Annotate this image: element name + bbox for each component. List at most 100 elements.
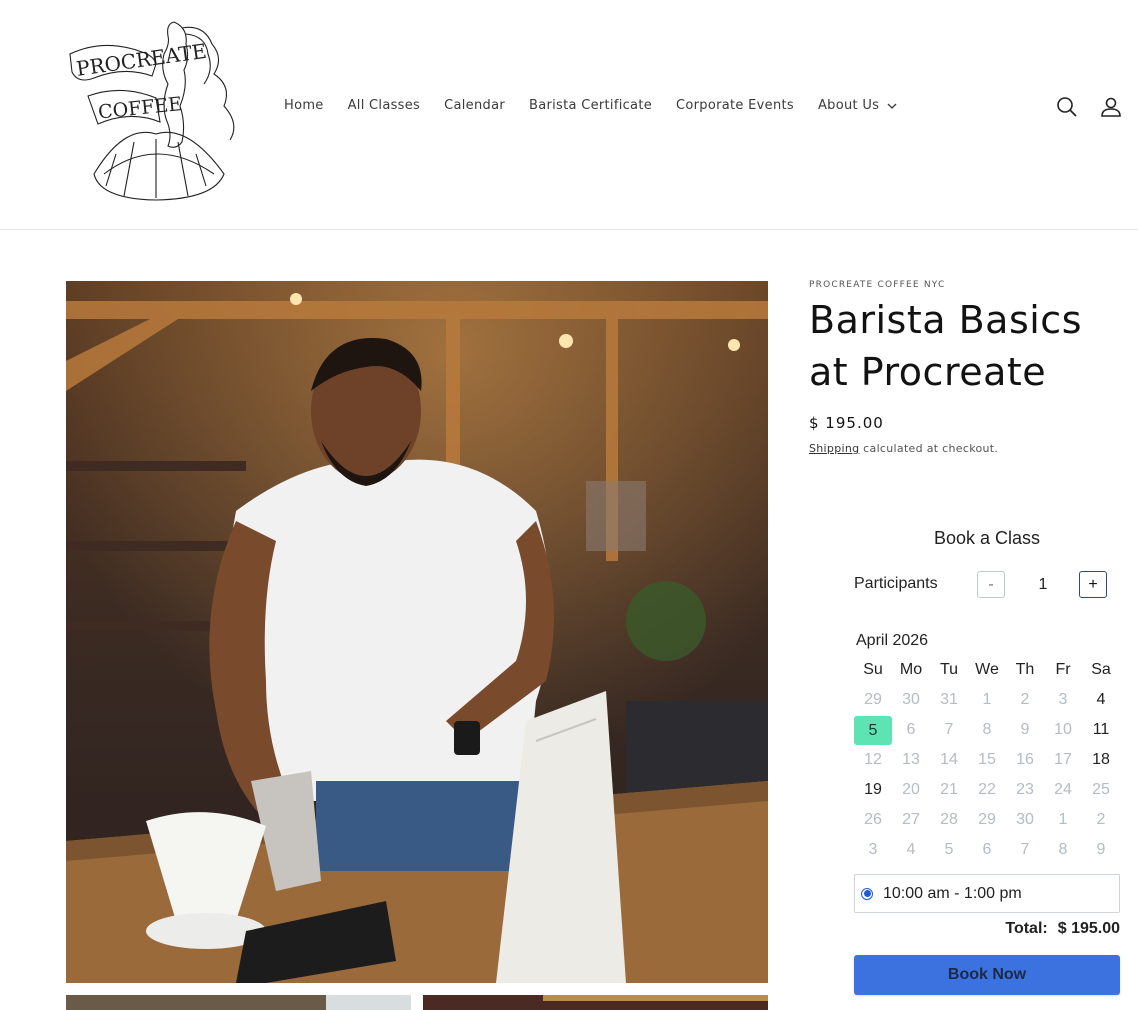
calendar-weeks: 29 30 31 1 2 3 4 5 6 7 8 9 10 11 12 13 14 15 16 17 18 19 20 21 2… (854, 685, 1120, 865)
calendar-day-number: 12 (864, 751, 882, 768)
calendar-month-label: April 2026 (856, 632, 929, 649)
calendar-day-number[interactable]: 4 (1097, 691, 1106, 708)
calendar-day-number: 24 (1054, 781, 1072, 798)
calendar-day: 2 (1006, 691, 1044, 709)
calendar-day-number: 23 (1016, 781, 1034, 798)
total-value: $ 195.00 (1057, 920, 1120, 937)
calendar-day-number: 22 (978, 781, 996, 798)
calendar-day: 30 (892, 691, 930, 709)
calendar-day: 8 (968, 721, 1006, 739)
calendar-day-number[interactable]: 18 (1092, 751, 1110, 768)
calendar-day: 1 (968, 691, 1006, 709)
participants-quantity[interactable]: 1 (1028, 576, 1058, 594)
calendar-day: 3 (854, 841, 892, 859)
book-now-button[interactable]: Book Now (854, 955, 1120, 995)
calendar-week-row: 26 27 28 29 30 1 2 (854, 805, 1120, 835)
calendar-day-number: 7 (944, 721, 954, 738)
calendar-day: 15 (968, 751, 1006, 769)
calendar-day-number: 21 (940, 781, 958, 798)
product-main-image[interactable] (66, 281, 768, 983)
calendar-day: 26 (854, 811, 892, 829)
nav-barista-certificate[interactable]: Barista Certificate (529, 98, 652, 113)
calendar-day-number: 3 (1058, 691, 1068, 708)
product-thumbnail-1[interactable] (66, 995, 411, 1010)
calendar-day: 24 (1044, 781, 1082, 799)
radio-selected-icon[interactable] (861, 887, 873, 900)
nav-corporate-events[interactable]: Corporate Events (676, 98, 794, 113)
calendar-day-number: 14 (940, 751, 958, 768)
participants-increment-button[interactable]: + (1079, 571, 1107, 598)
product-vendor: PROCREATE COFFEE NYC (809, 280, 946, 290)
calendar-day-number: 1 (982, 691, 992, 708)
calendar-day-number: 8 (1058, 841, 1068, 858)
calendar-day: 28 (930, 811, 968, 829)
product-thumbnail-2[interactable] (423, 995, 768, 1010)
svg-text:COFFEE: COFFEE (97, 93, 183, 124)
calendar-day: 7 (930, 721, 968, 739)
main-nav: Home All Classes Calendar Barista Certif… (284, 98, 897, 113)
nav-calendar[interactable]: Calendar (444, 98, 505, 113)
calendar-day: 12 (854, 751, 892, 769)
calendar-day-number: 2 (1096, 811, 1106, 828)
calendar-day: 30 (1006, 811, 1044, 829)
calendar-day-number: 1 (1058, 811, 1068, 828)
calendar-day[interactable]: 18 (1082, 751, 1120, 769)
product-price: $ 195.00 (809, 414, 884, 432)
calendar-day-number: 17 (1054, 751, 1072, 768)
account-icon[interactable] (1099, 95, 1123, 119)
nav-about-us[interactable]: About Us (818, 98, 897, 113)
calendar-day-number: 4 (906, 841, 916, 858)
calendar-day-number: 30 (1016, 811, 1034, 828)
product-title: Barista Basics at Procreate (809, 298, 1082, 394)
svg-text:PROCREATE: PROCREATE (75, 39, 208, 81)
calendar-day[interactable]: 11 (1082, 721, 1120, 739)
calendar-day-number: 6 (982, 841, 992, 858)
calendar-day-number[interactable]: 11 (1093, 721, 1110, 738)
search-icon[interactable] (1055, 95, 1079, 119)
calendar-day-number: 30 (902, 691, 920, 708)
calendar-day-selected[interactable]: 5 (854, 715, 892, 745)
calendar-day-number: 20 (902, 781, 920, 798)
calendar-day: 3 (1044, 691, 1082, 709)
calendar-day: 6 (968, 841, 1006, 859)
calendar-day-number: 5 (944, 841, 954, 858)
calendar-day[interactable]: 5 (854, 715, 892, 745)
calendar-week-row: 29 30 31 1 2 3 4 (854, 685, 1120, 715)
weekday-label: Su (863, 661, 883, 678)
booking-total: Total: $ 195.00 (854, 920, 1120, 938)
total-label: Total: (1005, 920, 1048, 937)
shipping-note: Shipping calculated at checkout. (809, 442, 998, 455)
weekday-label: We (975, 661, 999, 678)
calendar-day-number: 15 (978, 751, 996, 768)
weekday-label: Tu (939, 661, 959, 678)
calendar-day: 29 (968, 811, 1006, 829)
site-header: PROCREATE COFFEE Home All Classes Calend… (0, 0, 1138, 230)
calendar-day: 22 (968, 781, 1006, 799)
calendar-day: 27 (892, 811, 930, 829)
calendar-day: 8 (1044, 841, 1082, 859)
nav-all-classes[interactable]: All Classes (348, 98, 421, 113)
participants-decrement-button[interactable]: - (977, 571, 1005, 598)
calendar-day-number: 2 (1020, 691, 1030, 708)
calendar-day-number: 9 (1096, 841, 1106, 858)
procreate-coffee-logo[interactable]: PROCREATE COFFEE (64, 14, 248, 202)
calendar-day: 4 (892, 841, 930, 859)
nav-home[interactable]: Home (284, 98, 324, 113)
calendar-day: 9 (1006, 721, 1044, 739)
calendar-week-row: 5 6 7 8 9 10 11 (854, 715, 1120, 745)
calendar-day-number[interactable]: 19 (864, 781, 882, 798)
calendar-day: 13 (892, 751, 930, 769)
calendar-day[interactable]: 19 (854, 781, 892, 799)
calendar-day: 17 (1044, 751, 1082, 769)
calendar-day: 20 (892, 781, 930, 799)
calendar-weekday-row: Su Mo Tu We Th Fr Sa (854, 655, 1120, 685)
time-slot-option[interactable]: 10:00 am - 1:00 pm (854, 874, 1120, 913)
calendar-day-number: 16 (1016, 751, 1034, 768)
calendar-day[interactable]: 4 (1082, 691, 1120, 709)
calendar-day-number: 13 (902, 751, 920, 768)
calendar-day-number: 7 (1020, 841, 1030, 858)
shipping-link[interactable]: Shipping (809, 442, 859, 455)
shipping-note-text: calculated at checkout. (859, 442, 999, 455)
calendar-day: 1 (1044, 811, 1082, 829)
calendar-day-number: 27 (902, 811, 920, 828)
